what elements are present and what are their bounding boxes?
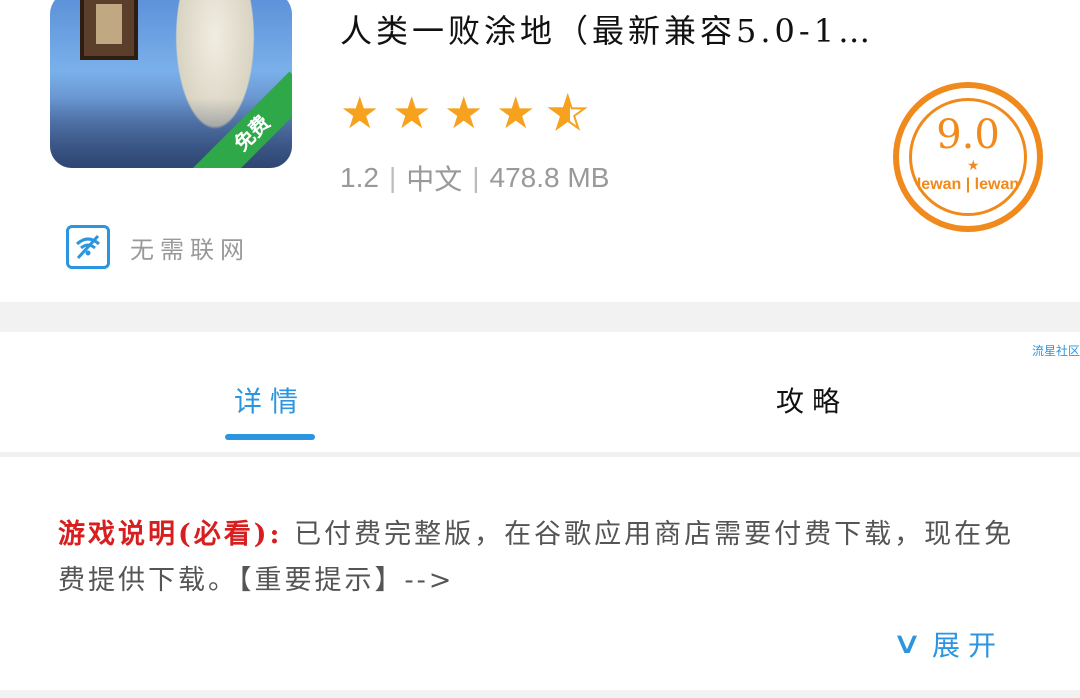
tab-details[interactable]: 详情 bbox=[234, 380, 306, 420]
tab-bar: 详情 攻略 bbox=[0, 332, 1080, 452]
star-icon: ★ bbox=[444, 88, 484, 139]
section-separator bbox=[0, 302, 1080, 332]
game-description: 游戏说明(必看): 已付费完整版，在谷歌应用商店需要付费下载，现在免费提供下载。… bbox=[58, 512, 1018, 604]
bottom-separator bbox=[0, 690, 1080, 698]
offline-indicator: 无需联网 bbox=[66, 225, 250, 269]
rating-stars: ★ ★ ★ ★ ★ bbox=[340, 88, 592, 139]
app-icon: 免费 bbox=[50, 0, 292, 168]
score-stamp: 9.0 ★ lewan | lewan bbox=[893, 82, 1043, 232]
app-language: 中文 bbox=[406, 164, 463, 195]
no-wifi-icon bbox=[66, 225, 110, 269]
app-title: 人类一败涂地（最新兼容5.0-1… bbox=[340, 12, 875, 50]
half-star-icon: ★ bbox=[547, 91, 592, 137]
offline-label: 无需联网 bbox=[130, 235, 250, 264]
stamp-brand: lewan | lewan bbox=[916, 176, 1020, 193]
app-size: 478.8 MB bbox=[489, 162, 610, 193]
meta-separator: | bbox=[388, 162, 397, 193]
app-meta: 1.2 | 中文 | 478.8 MB bbox=[340, 158, 609, 198]
score-value: 9.0 bbox=[936, 112, 1000, 158]
expand-button[interactable]: ∨ 展开 bbox=[892, 624, 1004, 664]
tab-guide[interactable]: 攻略 bbox=[776, 380, 848, 420]
no-wifi-icon-svg bbox=[75, 234, 101, 260]
description-lead: 游戏说明(必看): bbox=[58, 519, 283, 550]
lantern-graphic bbox=[80, 0, 138, 60]
star-icon: ★ bbox=[340, 88, 380, 139]
expand-label: 展开 bbox=[931, 629, 1004, 662]
active-tab-indicator bbox=[225, 434, 315, 440]
chevron-down-icon: ∨ bbox=[891, 626, 923, 661]
star-icon: ★ bbox=[392, 88, 432, 139]
app-version: 1.2 bbox=[340, 162, 379, 193]
meta-separator: | bbox=[472, 162, 480, 193]
divider bbox=[0, 452, 1080, 457]
star-icon: ★ bbox=[496, 88, 536, 139]
stamp-star-icon: ★ bbox=[967, 158, 980, 174]
